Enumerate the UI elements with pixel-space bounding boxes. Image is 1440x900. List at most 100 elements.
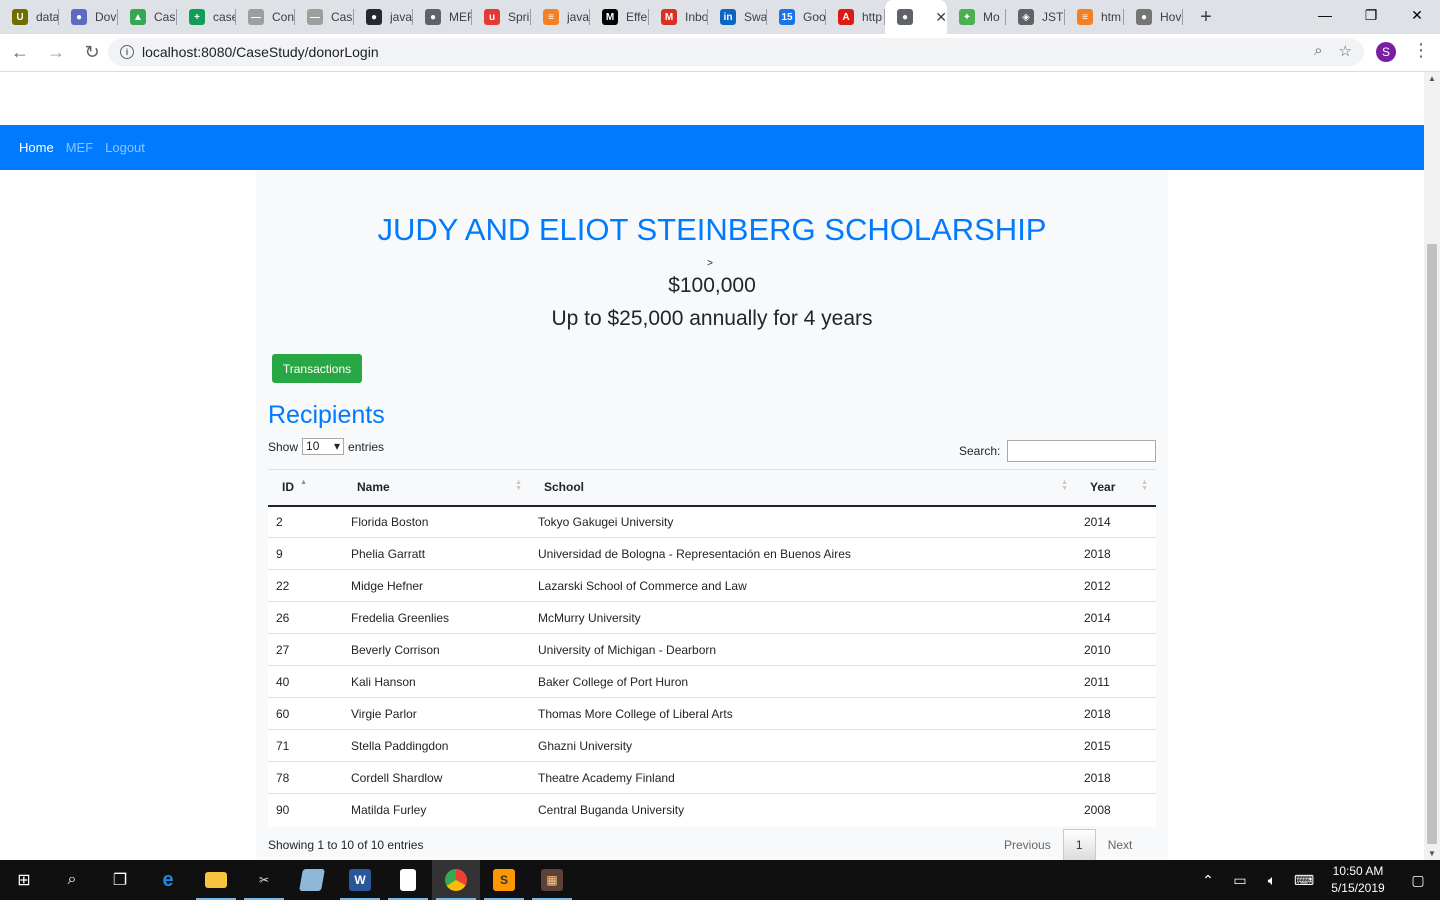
tab-close-icon[interactable]: ✕ — [935, 9, 947, 26]
search-icon[interactable]: ⌕ — [48, 860, 96, 900]
tab-title: Goo — [803, 10, 825, 24]
bookmark-star-icon[interactable]: ☆ — [1339, 42, 1352, 60]
tab-favicon-icon: ◈ — [1018, 9, 1034, 25]
browser-tab[interactable]: Ahttp — [826, 0, 885, 34]
next-button[interactable]: Next — [1096, 829, 1145, 860]
browser-tab[interactable]: — Cas — [295, 0, 354, 34]
table-header-row: ID ▲ Name ▲ ▼ School ▲ ▼ Year ▲ ▼ — [268, 469, 1156, 507]
close-window-icon[interactable]: ✕ — [1394, 0, 1440, 30]
page-viewport: Home MEF Logout JUDY AND ELIOT STEINBERG… — [0, 72, 1424, 860]
scroll-up-icon[interactable]: ▲ — [1428, 74, 1436, 83]
address-bar[interactable]: i localhost:8080/CaseStudy/donorLogin ⌕ … — [108, 38, 1364, 66]
browser-tab[interactable]: M Effe — [590, 0, 649, 34]
browser-tab[interactable]: ● java — [354, 0, 413, 34]
start-windows-icon[interactable]: ⊞ — [0, 860, 48, 900]
browser-toolbar: ← → ↻ i localhost:8080/CaseStudy/donorLo… — [0, 34, 1440, 72]
transactions-button[interactable]: Transactions — [272, 354, 362, 383]
notifications-icon[interactable]: ▢ — [1396, 872, 1440, 889]
word-icon[interactable]: W — [336, 860, 384, 900]
cell-school: Central Buganda University — [530, 793, 1076, 826]
show-label: Show — [268, 439, 299, 454]
tab-title: Swa — [744, 10, 766, 24]
cell-id: 2 — [276, 514, 283, 529]
browser-tab[interactable]: ▲ Cas — [118, 0, 177, 34]
nav-mef-link[interactable]: MEF — [66, 140, 93, 155]
nav-logout-link[interactable]: Logout — [105, 140, 145, 155]
cell-id: 27 — [268, 633, 343, 666]
nav-home-link[interactable]: Home — [19, 140, 54, 155]
browser-tab[interactable]: 15 Goo — [767, 0, 826, 34]
tab-title: Spri — [508, 10, 530, 24]
browser-tab[interactable]: in Swa — [708, 0, 767, 34]
scrollbar-thumb[interactable] — [1427, 244, 1437, 844]
browser-tab[interactable]: ● MEF — [413, 0, 472, 34]
menu-kebab-icon[interactable]: ⋮ — [1412, 40, 1430, 61]
notepad-icon[interactable] — [288, 860, 336, 900]
browser-tab[interactable]: ● Dov — [59, 0, 118, 34]
browser-tab[interactable]: M Inbo — [649, 0, 708, 34]
cell-name: Phelia Garratt — [343, 537, 530, 570]
back-icon[interactable]: ← — [4, 37, 36, 69]
tab-title: Dov — [95, 10, 117, 24]
document-icon[interactable] — [384, 860, 432, 900]
column-header-school[interactable]: School ▲ ▼ — [530, 469, 1076, 507]
table-row: 27 Beverly Corrison University of Michigan… — [268, 633, 1156, 666]
tab-favicon-icon: 15 — [779, 9, 795, 25]
new-tab-icon[interactable]: + — [1191, 0, 1221, 34]
chrome-icon[interactable] — [432, 860, 480, 900]
cell-school: Ghazni University — [530, 729, 1076, 762]
clock[interactable]: 10:50 AM 5/15/2019 — [1320, 863, 1396, 897]
cell-year: 2018 — [1076, 761, 1156, 794]
task-view-icon[interactable]: ❐ — [96, 860, 144, 900]
edge-browser-icon[interactable]: e — [144, 860, 192, 900]
browser-tab[interactable]: Udata — [0, 0, 59, 34]
tab-favicon-icon: M — [661, 9, 677, 25]
cell-name: Beverly Corrison — [343, 633, 530, 666]
browser-tab[interactable]: ✦ Mo — [947, 0, 1006, 34]
cell-name: Virgie Parlor — [343, 697, 530, 730]
browser-tab[interactable]: ◈ JSTL — [1006, 0, 1065, 34]
tray-chevron-icon[interactable]: ⌃ — [1192, 872, 1224, 889]
page-button-current[interactable]: 1 — [1062, 829, 1096, 860]
app-icon[interactable]: ▦ — [528, 860, 576, 900]
sublime-text-icon[interactable]: S — [480, 860, 528, 900]
browser-tab[interactable]: + case — [177, 0, 236, 34]
browser-tab[interactable]: ● Hov — [1124, 0, 1183, 34]
entries-length-control: Show 10 entries — [268, 438, 384, 455]
table-row: 40 Kali Hanson Baker College of Port Huron… — [268, 665, 1156, 698]
browser-tab[interactable]: ≡ htm — [1065, 0, 1124, 34]
browser-tab[interactable]: u Spri — [472, 0, 531, 34]
search-input[interactable] — [1007, 440, 1157, 462]
column-header-id[interactable]: ID ▲ — [268, 469, 343, 507]
site-info-icon[interactable]: i — [120, 45, 134, 59]
browser-tab[interactable]: ≡ java — [531, 0, 590, 34]
browser-tab-strip: Udata ● Dov ▲ Cas + case — Con — Cas ● java ● MEF u Spri… — [0, 0, 1440, 34]
column-header-name[interactable]: Name ▲ ▼ — [343, 469, 530, 507]
tab-title: case — [213, 10, 235, 24]
cell-name: Matilda Furley — [343, 793, 530, 826]
browser-tab-active[interactable]: ● ✕ — [885, 0, 947, 34]
cell-id: 26 — [268, 601, 343, 634]
reload-icon[interactable]: ↻ — [76, 37, 108, 69]
forward-icon[interactable]: → — [40, 37, 72, 69]
volume-icon[interactable]: 🔈︎ — [1256, 872, 1288, 889]
keyboard-icon[interactable]: ⌨ — [1288, 872, 1320, 889]
tab-favicon-icon: ≡ — [1077, 9, 1093, 25]
tab-title: Effe — [626, 10, 648, 24]
snipping-tool-icon[interactable]: ✂ — [240, 860, 288, 900]
column-header-year[interactable]: Year ▲ ▼ — [1076, 469, 1156, 507]
entries-select[interactable]: 10 — [302, 438, 345, 455]
minimize-icon[interactable]: — — [1302, 0, 1348, 30]
scroll-down-icon[interactable]: ▼ — [1428, 849, 1436, 858]
page-scrollbar[interactable]: ▲ ▼ — [1424, 72, 1440, 860]
file-explorer-icon[interactable] — [192, 860, 240, 900]
scholarship-title: JUDY AND ELIOT STEINBERG SCHOLARSHIP — [377, 212, 1047, 247]
clock-date: 5/15/2019 — [1331, 881, 1385, 895]
browser-tab[interactable]: — Con — [236, 0, 295, 34]
search-label: Search: — [959, 444, 1001, 458]
zoom-icon[interactable]: ⌕ — [1314, 42, 1322, 60]
previous-button[interactable]: Previous — [992, 829, 1063, 860]
network-icon[interactable]: ▭ — [1224, 872, 1256, 889]
maximize-icon[interactable]: ❐ — [1348, 0, 1394, 30]
profile-avatar[interactable]: S — [1376, 42, 1396, 62]
